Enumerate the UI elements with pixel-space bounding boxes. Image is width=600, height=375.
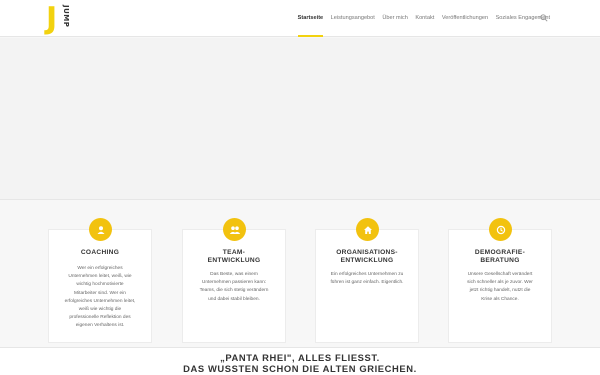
- service-card-demografieberatung[interactable]: DEMOGRAFIE- BERATUNG Unsere Gesellschaft…: [448, 218, 552, 343]
- card-title: ORGANISATIONS- ENTWICKLUNG: [336, 249, 398, 264]
- card-text: Ein erfolgreiches Unternehmen zu führen …: [330, 272, 404, 286]
- main-nav: Startseite Leistungsangebot Über mich Ko…: [290, 0, 550, 37]
- nav-veroeffentlichungen[interactable]: Veröffentlichungen: [442, 0, 488, 37]
- logo-letter: J: [46, 1, 58, 36]
- jump-logo[interactable]: J JUMP: [46, 3, 76, 35]
- service-card-coaching[interactable]: COACHING Wer ein erfolgreiches Unternehm…: [48, 218, 152, 343]
- service-card-teamentwicklung[interactable]: TEAM- ENTWICKLUNG Das Beste, was einem U…: [182, 218, 286, 343]
- search-icon[interactable]: [540, 14, 548, 22]
- person-icon: [89, 218, 112, 241]
- site-header: J JUMP Startseite Leistungsangebot Über …: [0, 0, 600, 37]
- nav-kontakt[interactable]: Kontakt: [415, 0, 434, 37]
- home-icon: [356, 218, 379, 241]
- quote-section: „PANTA RHEI", ALLES FLIESST. DAS WUSSTEN…: [0, 347, 600, 375]
- quote-line-2: DAS WUSSTEN SCHON DIE ALTEN GRIECHEN.: [183, 363, 417, 374]
- service-card-organisationsentwicklung[interactable]: ORGANISATIONS- ENTWICKLUNG Ein erfolgrei…: [315, 218, 419, 343]
- clock-icon: [489, 218, 512, 241]
- nav-ueber-mich[interactable]: Über mich: [382, 0, 408, 37]
- card-text: Unsere Gesellschaft verändert sich schne…: [467, 272, 533, 302]
- services-section: COACHING Wer ein erfolgreiches Unternehm…: [0, 201, 600, 347]
- team-icon: [223, 218, 246, 241]
- logo-word: JUMP: [62, 5, 70, 28]
- card-title: COACHING: [80, 249, 120, 256]
- card-text: Das Beste, was einem Unternehmen passier…: [199, 272, 269, 302]
- nav-startseite[interactable]: Startseite: [297, 1, 324, 37]
- quote-line-1: „PANTA RHEI", ALLES FLIESST.: [220, 352, 380, 363]
- card-text: Wer ein erfolgreiches Unternehmen leitet…: [64, 266, 136, 329]
- hero-banner: [0, 38, 600, 200]
- nav-leistungsangebot[interactable]: Leistungsangebot: [331, 0, 375, 37]
- card-title: TEAM- ENTWICKLUNG: [207, 249, 261, 264]
- card-title: DEMOGRAFIE- BERATUNG: [474, 249, 526, 264]
